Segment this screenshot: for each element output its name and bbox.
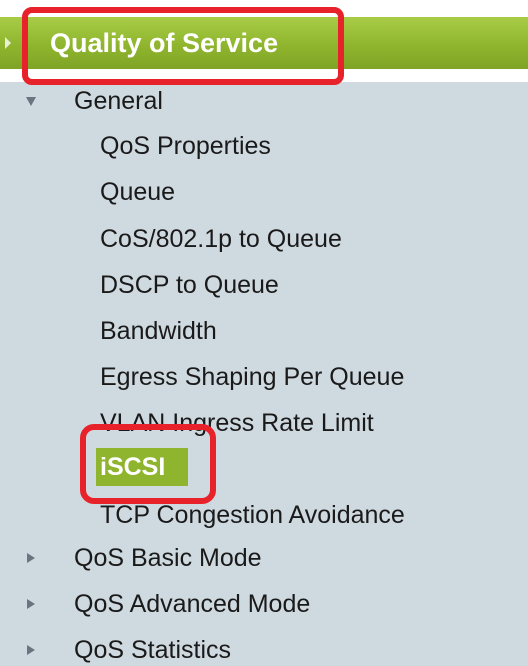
expand-caret-icon [5,37,11,49]
menu-header: Quality of Service [0,0,528,82]
expand-caret-icon[interactable] [27,553,35,563]
navigation-panel: Quality of Service General QoS Propertie… [0,0,528,666]
menu-item-qos-properties[interactable]: QoS Properties [100,131,271,161]
menu-item-vlan-ingress-rate-limit[interactable]: VLAN Ingress Rate Limit [100,408,374,438]
expand-caret-icon[interactable] [27,645,35,655]
collapse-caret-icon[interactable] [26,97,36,106]
menu-item-bandwidth[interactable]: Bandwidth [100,316,217,346]
menu-item-iscsi[interactable]: iSCSI [100,452,165,482]
group-qos-advanced-mode[interactable]: QoS Advanced Mode [74,589,310,619]
menu-item-egress-shaping[interactable]: Egress Shaping Per Queue [100,362,404,392]
expand-caret-icon[interactable] [27,599,35,609]
menu-item-dscp-to-queue[interactable]: DSCP to Queue [100,270,279,300]
menu-item-cos-to-queue[interactable]: CoS/802.1p to Queue [100,224,342,254]
menu-item-queue[interactable]: Queue [100,177,175,207]
menu-title[interactable]: Quality of Service [50,17,278,69]
group-qos-statistics[interactable]: QoS Statistics [74,635,231,665]
group-general[interactable]: General [74,86,163,116]
group-qos-basic-mode[interactable]: QoS Basic Mode [74,543,262,573]
menu-item-tcp-congestion-avoidance[interactable]: TCP Congestion Avoidance [100,500,405,530]
